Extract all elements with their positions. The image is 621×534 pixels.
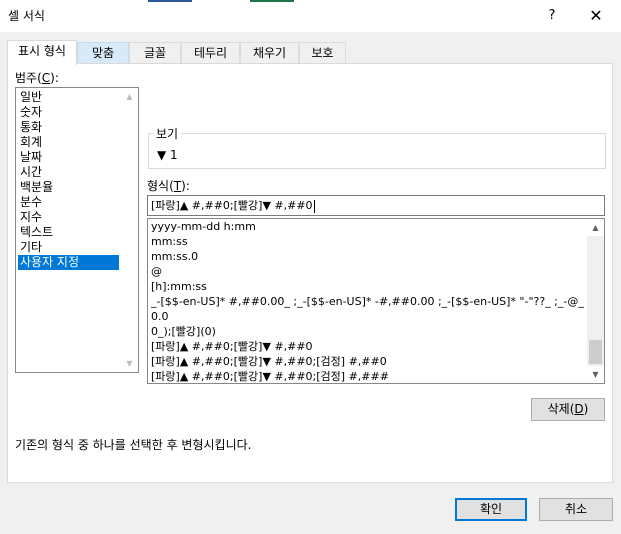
scroll-up-icon[interactable]: ▲ — [121, 88, 138, 105]
format-list-item[interactable]: 0_);[빨강](0) — [151, 324, 587, 339]
delete-button[interactable]: 삭제(D) — [531, 398, 605, 421]
accent-strip-segment — [148, 0, 192, 2]
tab-alignment[interactable]: 맞춤 — [77, 42, 129, 63]
ok-button[interactable]: 확인 — [455, 498, 527, 521]
format-list-item[interactable]: @ — [151, 264, 587, 279]
dialog-body: 표시 형식 맞춤 글꼴 테두리 채우기 보호 범주(C): 일반 숫자 통화 회… — [0, 32, 621, 534]
tab-fill[interactable]: 채우기 — [240, 42, 299, 63]
sample-group — [148, 133, 606, 169]
text-caret — [313, 199, 315, 213]
category-item-date[interactable]: 날짜 — [18, 150, 119, 165]
category-item-scientific[interactable]: 지수 — [18, 210, 119, 225]
scroll-up-icon[interactable]: ▲ — [587, 219, 604, 236]
sample-value: ▼ 1 — [157, 148, 178, 162]
category-item-number[interactable]: 숫자 — [18, 105, 119, 120]
category-list[interactable]: 일반 숫자 통화 회계 날짜 시간 백분율 분수 지수 텍스트 기타 사용자 지… — [15, 87, 139, 373]
number-format-panel: 범주(C): 일반 숫자 통화 회계 날짜 시간 백분율 분수 지수 텍스트 기… — [7, 63, 613, 483]
format-list-item[interactable]: yyyy-mm-dd h:mm — [151, 219, 587, 234]
format-list[interactable]: yyyy-mm-dd h:mm mm:ss mm:ss.0 @ [h]:mm:s… — [147, 218, 605, 384]
category-item-currency[interactable]: 통화 — [18, 120, 119, 135]
scroll-thumb[interactable] — [589, 340, 602, 364]
scroll-down-icon[interactable]: ▼ — [587, 366, 604, 383]
format-list-item[interactable]: 0.0 — [151, 309, 587, 324]
category-item-special[interactable]: 기타 — [18, 240, 119, 255]
format-list-scrollbar[interactable]: ▲ ▼ — [587, 219, 604, 383]
accent-strip-segment — [250, 0, 294, 2]
dialog-title: 셀 서식 — [8, 9, 45, 23]
category-item-percentage[interactable]: 백분율 — [18, 180, 119, 195]
sample-legend: 보기 — [153, 125, 182, 142]
category-item-accounting[interactable]: 회계 — [18, 135, 119, 150]
format-code-input[interactable]: [파랑]▲ #,##0;[빨강]▼ #,##0 — [147, 195, 605, 216]
tab-border[interactable]: 테두리 — [181, 42, 240, 63]
format-code-value: [파랑]▲ #,##0;[빨강]▼ #,##0 — [151, 199, 313, 212]
category-item-text[interactable]: 텍스트 — [18, 225, 119, 240]
title-bar: 셀 서식 ? ✕ — [0, 0, 621, 32]
help-button[interactable]: ? — [540, 5, 564, 27]
close-button[interactable]: ✕ — [582, 5, 610, 27]
format-list-item[interactable]: [h]:mm:ss — [151, 279, 587, 294]
category-item-fraction[interactable]: 분수 — [18, 195, 119, 210]
format-list-item[interactable]: _-[$$-en-US]* #,##0.00_ ;_-[$$-en-US]* -… — [151, 294, 587, 309]
category-item-general[interactable]: 일반 — [18, 90, 119, 105]
category-scrollbar[interactable]: ▲ ▼ — [121, 88, 138, 372]
tab-number[interactable]: 표시 형식 — [7, 40, 77, 65]
format-list-item[interactable]: [파랑]▲ #,##0;[빨강]▼ #,##0;[검정] #,##0 — [151, 354, 587, 369]
category-item-time[interactable]: 시간 — [18, 165, 119, 180]
format-label: 형식(T): — [147, 179, 190, 193]
tab-font[interactable]: 글꼴 — [129, 42, 181, 63]
scroll-down-icon[interactable]: ▼ — [121, 355, 138, 372]
format-list-item[interactable]: mm:ss.0 — [151, 249, 587, 264]
category-label: 범주(C): — [15, 71, 59, 85]
hint-text: 기존의 형식 중 하나를 선택한 후 변형시킵니다. — [15, 438, 252, 452]
format-list-item[interactable]: mm:ss — [151, 234, 587, 249]
format-list-item[interactable]: [파랑]▲ #,##0;[빨강]▼ #,##0;[검정] #,### — [151, 369, 587, 383]
format-list-item[interactable]: [파랑]▲ #,##0;[빨강]▼ #,##0 — [151, 339, 587, 354]
cancel-button[interactable]: 취소 — [539, 498, 613, 521]
tab-protection[interactable]: 보호 — [299, 42, 346, 63]
category-item-custom[interactable]: 사용자 지정 — [18, 255, 119, 270]
scroll-track[interactable] — [587, 236, 604, 366]
title-accent-strip — [100, 0, 400, 2]
